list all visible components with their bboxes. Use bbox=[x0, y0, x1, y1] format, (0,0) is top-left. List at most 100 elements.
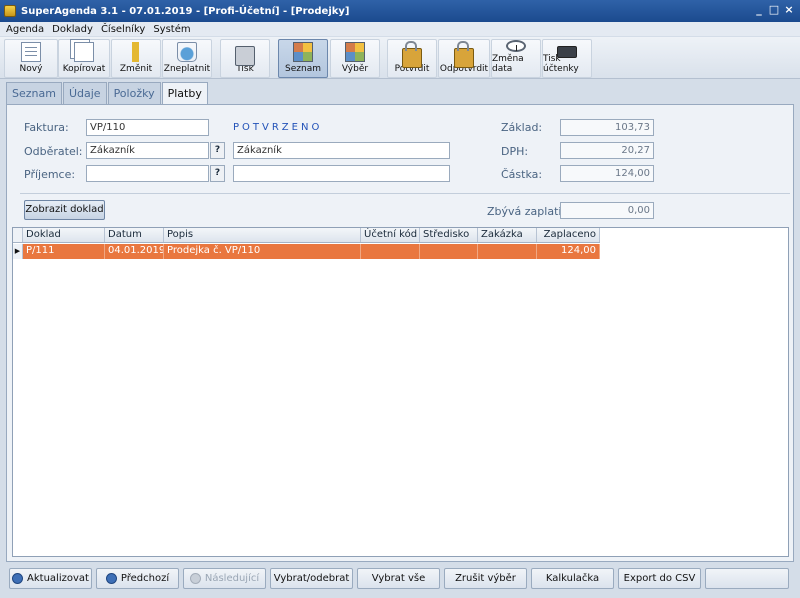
export-csv-button[interactable]: Export do CSV bbox=[618, 568, 701, 589]
customer-label: Odběratel: bbox=[24, 145, 83, 158]
recycle-bin-icon bbox=[177, 42, 197, 62]
printer-icon bbox=[235, 46, 255, 66]
tab-polozky[interactable]: Položky bbox=[107, 82, 161, 104]
select-button[interactable]: Výběr bbox=[330, 39, 380, 78]
window-title: SuperAgenda 3.1 - 07.01.2019 - [Profi-Úč… bbox=[21, 5, 350, 17]
base-label: Základ: bbox=[501, 121, 543, 134]
cancel-selection-button[interactable]: Zrušit výběr bbox=[444, 568, 527, 589]
cell-popis: Prodejka č. VP/110 bbox=[164, 244, 361, 259]
recipient-name-field[interactable] bbox=[233, 165, 450, 182]
tab-udaje[interactable]: Údaje bbox=[62, 82, 107, 104]
pencil-icon bbox=[126, 42, 146, 62]
menu-system[interactable]: Systém bbox=[153, 24, 190, 35]
cell-doklad: P/111 bbox=[23, 244, 105, 259]
amount-value: 124,00 bbox=[560, 165, 654, 182]
refresh-button[interactable]: Aktualizovat bbox=[9, 568, 92, 589]
row-pointer-icon: ▶ bbox=[13, 244, 23, 259]
list-view-button[interactable]: Seznam bbox=[278, 39, 328, 78]
invoice-label: Faktura: bbox=[24, 121, 69, 134]
copy-button-label: Kopírovat bbox=[62, 64, 106, 74]
edit-button[interactable]: Změnit bbox=[111, 39, 161, 78]
menu-agenda[interactable]: Agenda bbox=[6, 24, 44, 35]
print-button[interactable]: Tisk bbox=[220, 39, 270, 78]
menu-doklady[interactable]: Doklady bbox=[52, 24, 93, 35]
col-doklad[interactable]: Doklad bbox=[23, 228, 105, 242]
recipient-lookup-button[interactable]: ? bbox=[210, 165, 225, 182]
copy-button[interactable]: Kopírovat bbox=[58, 39, 110, 78]
arrow-down-icon bbox=[189, 573, 201, 584]
lock-icon bbox=[402, 41, 422, 68]
print-receipt-button[interactable]: Tisk účtenky bbox=[542, 39, 592, 78]
edit-button-label: Změnit bbox=[119, 64, 153, 74]
cell-ucetni-kod bbox=[361, 244, 420, 259]
maximize-button[interactable]: □ bbox=[767, 3, 781, 17]
separator-line bbox=[20, 193, 790, 194]
table-header: Doklad Datum Popis Účetní kód Středisko … bbox=[13, 228, 600, 243]
recipient-code-field[interactable] bbox=[86, 165, 209, 182]
invalidate-button-label: Zneplatnit bbox=[163, 64, 211, 74]
cell-stredisko bbox=[420, 244, 478, 259]
vat-label: DPH: bbox=[501, 145, 529, 158]
row-indicator-header bbox=[13, 228, 23, 242]
change-date-button[interactable]: Změna data bbox=[491, 39, 541, 78]
select-all-button[interactable]: Vybrat vše bbox=[357, 568, 440, 589]
stopwatch-icon bbox=[506, 40, 526, 52]
receipt-printer-icon bbox=[557, 46, 577, 58]
list-view-button-label: Seznam bbox=[285, 64, 321, 74]
tab-seznam[interactable]: Seznam bbox=[6, 82, 62, 104]
next-button-label: Následující bbox=[204, 573, 260, 584]
status-text: POTVRZENO bbox=[233, 122, 323, 133]
invoice-field[interactable]: VP/110 bbox=[86, 119, 209, 136]
vat-value: 20,27 bbox=[560, 142, 654, 159]
next-button[interactable]: Následující bbox=[183, 568, 266, 589]
col-datum[interactable]: Datum bbox=[105, 228, 164, 242]
new-button-label: Nový bbox=[19, 64, 43, 74]
change-date-button-label: Změna data bbox=[492, 54, 524, 74]
confirm-button[interactable]: Potvrdit bbox=[387, 39, 437, 78]
col-popis[interactable]: Popis bbox=[164, 228, 361, 242]
minimize-button[interactable]: _ bbox=[752, 3, 766, 17]
unlock-icon bbox=[454, 41, 474, 68]
cell-zaplaceno: 124,00 bbox=[537, 244, 600, 259]
previous-button[interactable]: Předchozí bbox=[96, 568, 179, 589]
cell-zakazka bbox=[478, 244, 537, 259]
list-icon bbox=[293, 42, 313, 62]
col-zaplaceno[interactable]: Zaplaceno bbox=[537, 228, 600, 242]
close-button[interactable]: × bbox=[782, 3, 796, 17]
new-button[interactable]: Nový bbox=[4, 39, 58, 78]
empty-button[interactable] bbox=[705, 568, 789, 589]
arrow-up-icon bbox=[105, 573, 117, 584]
col-zakazka[interactable]: Zakázka bbox=[478, 228, 537, 242]
table-row[interactable]: ▶ P/111 04.01.2019 Prodejka č. VP/110 12… bbox=[13, 244, 600, 259]
toolbar: Nový Kopírovat Změnit Zneplatnit Tisk Se… bbox=[0, 37, 800, 79]
select-icon bbox=[345, 42, 365, 62]
tab-bar: Seznam Údaje Položky Platby bbox=[6, 82, 209, 105]
col-ucetni-kod[interactable]: Účetní kód bbox=[361, 228, 420, 242]
calculator-button[interactable]: Kalkulačka bbox=[531, 568, 614, 589]
customer-lookup-button[interactable]: ? bbox=[210, 142, 225, 159]
unconfirm-button[interactable]: Odpotvrdit bbox=[438, 39, 490, 78]
col-stredisko[interactable]: Středisko bbox=[420, 228, 478, 242]
show-document-button[interactable]: Zobrazit doklad bbox=[24, 200, 105, 220]
refresh-icon bbox=[12, 573, 24, 584]
tab-platby[interactable]: Platby bbox=[161, 82, 208, 105]
title-bar: SuperAgenda 3.1 - 07.01.2019 - [Profi-Úč… bbox=[0, 0, 800, 22]
customer-name-field[interactable]: Zákazník bbox=[233, 142, 450, 159]
cell-datum: 04.01.2019 bbox=[105, 244, 164, 259]
menu-ciselniky[interactable]: Číselníky bbox=[101, 24, 145, 35]
remaining-value: 0,00 bbox=[560, 202, 654, 219]
previous-button-label: Předchozí bbox=[120, 573, 170, 584]
amount-label: Částka: bbox=[501, 168, 543, 181]
new-document-icon bbox=[21, 42, 41, 62]
base-value: 103,73 bbox=[560, 119, 654, 136]
recipient-label: Příjemce: bbox=[24, 168, 76, 181]
invalidate-button[interactable]: Zneplatnit bbox=[162, 39, 212, 78]
copy-icon bbox=[74, 42, 94, 62]
menu-bar: Agenda Doklady Číselníky Systém bbox=[0, 22, 800, 36]
remaining-label: Zbývá zaplatit: bbox=[487, 205, 570, 218]
select-button-label: Výběr bbox=[341, 64, 369, 74]
toggle-select-button[interactable]: Vybrat/odebrat bbox=[270, 568, 353, 589]
payments-table[interactable]: Doklad Datum Popis Účetní kód Středisko … bbox=[12, 227, 789, 557]
refresh-button-label: Aktualizovat bbox=[27, 573, 89, 584]
customer-code-field[interactable]: Zákazník bbox=[86, 142, 209, 159]
